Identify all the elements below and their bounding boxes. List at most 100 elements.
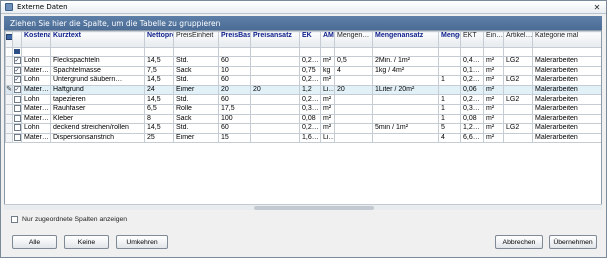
cell-preisansatz[interactable]: 20 — [250, 84, 300, 96]
cell-preisansatz[interactable] — [250, 65, 300, 77]
close-button[interactable]: ✕ — [592, 3, 602, 12]
cell-ame[interactable]: m² — [320, 94, 335, 105]
cell-kategorie[interactable]: Malerarbeiten — [532, 113, 601, 125]
filter-check-cell[interactable] — [12, 47, 22, 57]
cell-menge[interactable] — [438, 84, 461, 96]
cell-ame[interactable]: m² — [320, 123, 335, 134]
cell-nettopreis[interactable]: 14,5 — [144, 56, 174, 67]
filter-cell[interactable] — [21, 47, 51, 57]
cell-nettopreis[interactable]: 8 — [144, 113, 174, 125]
cell-mengenansatz[interactable] — [372, 75, 439, 86]
select-all-button[interactable]: Alle — [12, 235, 57, 249]
table-row[interactable]: ✓ Mater… Spachtelmasse 7,5 Sack 10 0,75 kg 4 1kg … — [5, 65, 601, 77]
cell-kurztext[interactable]: Rauhfaser — [50, 103, 145, 115]
cell-mengen[interactable]: 4 — [334, 65, 373, 77]
cell-preisansatz[interactable] — [250, 132, 300, 144]
table-row[interactable]: Mater… Rauhfaser 6,5 Rolle 17,5 0,3… m² 1 0,3… m²… — [5, 103, 601, 115]
cell-ek[interactable]: 0,2… — [299, 56, 321, 67]
table-row[interactable]: ✓ Lohn Untergrund säubern… 14,5 Std. 60 0,2… m²… — [5, 75, 601, 86]
cell-preisbasis[interactable]: 20 — [218, 84, 251, 96]
cell-ekt[interactable]: 0,3… — [460, 103, 484, 115]
cell-mengenansatz[interactable]: 1kg / 4m² — [372, 65, 439, 77]
header-kategorie[interactable]: Kategorie mal — [532, 31, 601, 48]
filter-cell[interactable] — [334, 47, 373, 57]
cell-artikel[interactable] — [503, 65, 533, 77]
cell-kurztext[interactable]: Fleckspachteln — [50, 56, 145, 67]
cell-ek[interactable]: 1,6… — [299, 132, 321, 144]
cell-nettopreis[interactable]: 14,5 — [144, 75, 174, 86]
cell-mengenansatz[interactable] — [372, 103, 439, 115]
row-indicator[interactable] — [5, 123, 13, 134]
cell-preisbasis[interactable]: 100 — [218, 113, 251, 125]
cell-kategorie[interactable]: Malerarbeiten — [532, 84, 601, 96]
cell-ekt[interactable]: 0,1… — [460, 65, 484, 77]
cell-einheit[interactable]: m² — [483, 84, 504, 96]
cell-einheit[interactable]: m² — [483, 75, 504, 86]
cell-artikel[interactable]: LG2 — [503, 94, 533, 105]
cell-kostenart[interactable]: Mater… — [21, 113, 51, 125]
row-checkbox-cell[interactable]: ✓ — [12, 75, 22, 86]
cell-einheit[interactable]: m² — [483, 132, 504, 144]
cell-kategorie[interactable]: Malerarbeiten — [532, 75, 601, 86]
cell-artikel[interactable] — [503, 132, 533, 144]
cell-mengen[interactable] — [334, 113, 373, 125]
table-row[interactable]: ✎ ✓ Mater… Haftgrund 24 Eimer 20 20 1,2 Li… 20 1Lit… — [5, 84, 601, 96]
select-none-button[interactable]: Keine — [64, 235, 109, 249]
row-indicator[interactable] — [5, 103, 13, 115]
cell-kategorie[interactable]: Malerarbeiten — [532, 56, 601, 67]
header-preiseinheit[interactable]: PreisEinheit — [173, 31, 219, 48]
cell-menge[interactable]: 1 — [438, 113, 461, 125]
header-ek[interactable]: EK — [299, 31, 321, 48]
group-by-panel[interactable]: Ziehen Sie hier die Spalte, um die Tabel… — [4, 16, 602, 30]
table-row[interactable]: Mater… Kleber 8 Sack 100 0,08 m² 1 0,08 m² Malerar… — [5, 113, 601, 125]
cell-einheit[interactable]: m² — [483, 123, 504, 134]
row-indicator[interactable] — [5, 132, 13, 144]
row-indicator[interactable] — [5, 75, 13, 86]
cell-preiseinheit[interactable]: Sack — [173, 113, 219, 125]
cell-kurztext[interactable]: Dispersionsanstrich — [50, 132, 145, 144]
cell-ek[interactable]: 0,08 — [299, 113, 321, 125]
cancel-button[interactable]: Abbrechen — [495, 235, 543, 249]
cell-preisansatz[interactable] — [250, 103, 300, 115]
header-mengenansatz[interactable]: Mengenansatz — [372, 31, 439, 48]
cell-ekt[interactable]: 0,06 — [460, 84, 484, 96]
row-checkbox-cell[interactable] — [12, 113, 22, 125]
cell-ek[interactable]: 0,2… — [299, 123, 321, 134]
data-grid[interactable]: Kostenart Kurztext Nettopreis PreisEinhe… — [4, 30, 602, 208]
cell-mengenansatz[interactable]: 5min / 1m² — [372, 123, 439, 134]
cell-ame[interactable]: m² — [320, 75, 335, 86]
table-row[interactable]: ✓ Lohn Fleckspachteln 14,5 Std. 60 0,2… m² 0,5 2M… — [5, 56, 601, 67]
checkmark-icon[interactable]: ✓ — [13, 76, 21, 84]
cell-menge[interactable]: 5 — [438, 123, 461, 134]
cell-preiseinheit[interactable]: Std. — [173, 94, 219, 105]
cell-menge[interactable]: 1 — [438, 103, 461, 115]
row-checkbox-cell[interactable] — [12, 123, 22, 134]
cell-preisansatz[interactable] — [250, 75, 300, 86]
row-checkbox-cell[interactable] — [12, 94, 22, 105]
cell-kategorie[interactable]: Malerarbeiten — [532, 103, 601, 115]
cell-kategorie[interactable]: Malerarbeiten — [532, 123, 601, 134]
cell-preiseinheit[interactable]: Rolle — [173, 103, 219, 115]
cell-ek[interactable]: 0,2… — [299, 75, 321, 86]
cell-nettopreis[interactable]: 24 — [144, 84, 174, 96]
cell-ame[interactable]: Li… — [320, 132, 335, 144]
cell-preiseinheit[interactable]: Eimer — [173, 132, 219, 144]
cell-mengenansatz[interactable]: 2Min. / 1m² — [372, 56, 439, 67]
cell-artikel[interactable]: LG2 — [503, 56, 533, 67]
cell-einheit[interactable]: m² — [483, 113, 504, 125]
cell-kostenart[interactable]: Mater… — [21, 103, 51, 115]
row-indicator[interactable] — [5, 56, 13, 67]
cell-menge[interactable]: 4 — [438, 132, 461, 144]
filter-cell[interactable] — [218, 47, 251, 57]
header-menge[interactable]: Menge — [438, 31, 461, 48]
filter-cell[interactable] — [320, 47, 335, 57]
header-nettopreis[interactable]: Nettopreis — [144, 31, 174, 48]
cell-mengen[interactable]: 0,5 — [334, 56, 373, 67]
header-ame[interactable]: AME — [320, 31, 335, 48]
cell-kostenart[interactable]: Lohn — [21, 56, 51, 67]
filter-cell[interactable] — [532, 47, 601, 57]
cell-kostenart[interactable]: Mater… — [21, 65, 51, 77]
cell-ame[interactable]: m² — [320, 56, 335, 67]
cell-kurztext[interactable]: Spachtelmasse — [50, 65, 145, 77]
filter-cell[interactable] — [460, 47, 484, 57]
